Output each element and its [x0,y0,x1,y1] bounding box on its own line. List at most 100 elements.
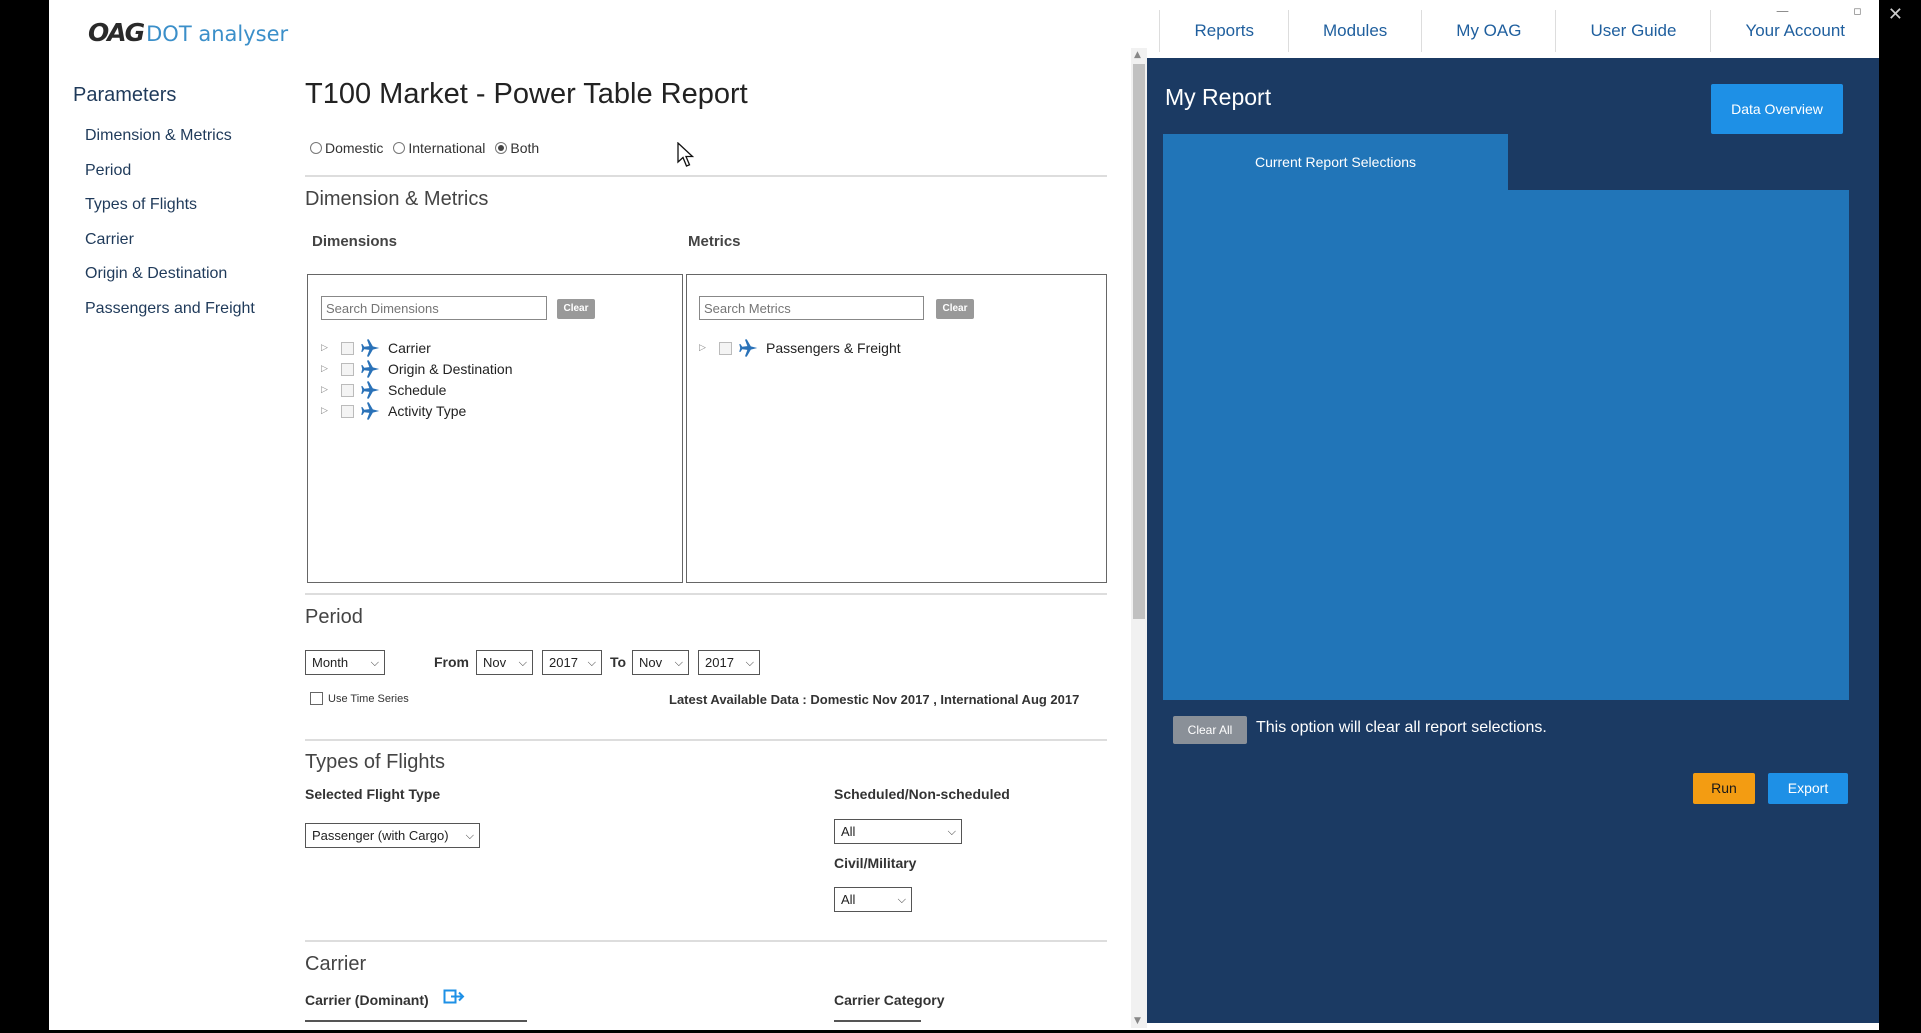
to-month-select[interactable]: Nov ⌵ [632,650,689,675]
radio-both[interactable]: Both [495,140,539,156]
data-overview-button[interactable]: Data Overview [1711,84,1843,134]
nav-user-guide[interactable]: User Guide [1555,10,1710,52]
checkbox-label: Use Time Series [328,692,409,705]
nav-my-oag[interactable]: My OAG [1421,10,1555,52]
divider [305,175,1107,177]
clear-all-button[interactable]: Clear All [1173,716,1247,744]
select-value: All [841,892,856,907]
run-button[interactable]: Run [1693,773,1755,804]
scheduled-select[interactable]: All ⌵ [834,819,962,844]
tree-item[interactable]: ▷ Activity Type [321,401,466,421]
radio-domestic[interactable]: Domestic [310,140,383,156]
civil-military-select[interactable]: All ⌵ [834,887,912,912]
carrier-dominant-field[interactable] [305,1020,527,1022]
form-scrollbar[interactable]: ▲ ▼ [1131,48,1147,1028]
from-month-select[interactable]: Nov ⌵ [476,650,533,675]
top-nav: Reports Modules My OAG User Guide Your A… [1159,10,1879,52]
checkbox[interactable] [341,404,354,418]
dimensions-box: Clear ▷ Carrier ▷ Origin & Destination ▷ Sc… [307,274,683,583]
divider [305,940,1107,942]
tree-item[interactable]: ▷ Carrier [321,338,431,358]
param-dimension-metrics[interactable]: Dimension & Metrics [85,121,255,156]
radio-international-label: International [408,140,486,156]
carrier-category-label: Carrier Category [834,992,945,1008]
select-value: All [841,824,856,839]
carrier-dominant-label: Carrier (Dominant) [305,992,429,1008]
page-title: T100 Market - Power Table Report [305,78,748,110]
expand-icon[interactable]: ▷ [321,385,341,395]
select-value: 2017 [705,655,734,670]
parameters-sidebar: Parameters Dimension & Metrics Period Ty… [73,84,255,328]
checkbox[interactable] [341,362,354,376]
chevron-down-icon: ⌵ [947,825,956,838]
scroll-thumb[interactable] [1133,64,1145,619]
plane-icon [739,339,758,357]
clear-metrics-button[interactable]: Clear [936,299,974,319]
tree-item[interactable]: ▷ Passengers & Freight [699,338,901,358]
radio-domestic-label: Domestic [325,140,384,156]
expand-icon[interactable]: ▷ [321,406,341,416]
radio-both-icon [495,142,508,154]
param-types-of-flights[interactable]: Types of Flights [85,190,255,225]
export-link-icon[interactable] [443,988,465,1006]
chevron-down-icon: ⌵ [674,656,683,669]
radio-international-icon [393,142,406,154]
logo[interactable]: OAG DOT analyser [88,18,288,47]
tree-item[interactable]: ▷ Origin & Destination [321,359,513,379]
scheduled-label: Scheduled/Non-scheduled [834,786,1010,802]
chevron-down-icon: ⌵ [518,656,527,669]
carrier-category-field[interactable] [834,1020,921,1022]
latest-available-data: Latest Available Data : Domestic Nov 201… [669,692,1080,707]
nav-modules[interactable]: Modules [1288,10,1421,52]
to-label: To [610,654,627,670]
radio-international[interactable]: International [393,140,485,156]
logo-brand: OAG [88,18,145,47]
dimensions-label: Dimensions [312,233,398,250]
param-carrier[interactable]: Carrier [85,225,255,260]
plane-icon [361,360,380,378]
tab-current-report-selections[interactable]: Current Report Selections [1163,134,1508,190]
from-year-select[interactable]: 2017 ⌵ [542,650,602,675]
search-dimensions-input[interactable] [321,296,547,320]
param-passengers-freight[interactable]: Passengers and Freight [85,294,255,329]
metrics-label: Metrics [688,233,741,250]
select-value: Passenger (with Cargo) [312,828,449,843]
section-title-period: Period [305,606,363,628]
divider [305,739,1107,741]
tree-item-label: Passengers & Freight [766,340,901,356]
scroll-up-icon[interactable]: ▲ [1134,50,1141,60]
flight-type-select[interactable]: Passenger (with Cargo) ⌵ [305,823,480,848]
param-period[interactable]: Period [85,156,255,191]
checkbox[interactable] [719,341,732,355]
radio-both-label: Both [510,140,540,156]
nav-reports[interactable]: Reports [1159,10,1288,52]
tree-item-label: Origin & Destination [388,361,513,377]
clear-dimensions-button[interactable]: Clear [557,299,595,319]
scroll-down-icon[interactable]: ▼ [1134,1016,1141,1026]
tree-item[interactable]: ▷ Schedule [321,380,446,400]
expand-icon[interactable]: ▷ [699,343,719,353]
chevron-down-icon: ⌵ [745,656,754,669]
parameters-title: Parameters [73,84,177,106]
param-origin-destination[interactable]: Origin & Destination [85,259,255,294]
expand-icon[interactable]: ▷ [321,364,341,374]
to-year-select[interactable]: 2017 ⌵ [698,650,760,675]
logo-product: DOT analyser [146,22,289,46]
checkbox[interactable] [341,383,354,397]
nav-your-account[interactable]: Your Account [1710,10,1879,52]
divider [305,593,1107,595]
search-metrics-input[interactable] [699,296,924,320]
tree-item-label: Schedule [388,382,447,398]
export-button[interactable]: Export [1768,773,1848,804]
chevron-down-icon: ⌵ [587,656,596,669]
close-icon[interactable]: ✕ [1888,4,1903,25]
tree-item-label: Activity Type [388,403,467,419]
checkbox[interactable] [341,341,354,355]
use-time-series-checkbox[interactable]: Use Time Series [310,692,409,705]
checkbox[interactable] [310,692,323,705]
expand-icon[interactable]: ▷ [321,343,341,353]
select-value: Month [312,655,349,670]
period-granularity-select[interactable]: Month ⌵ [305,650,385,675]
select-value: Nov [483,655,507,670]
plane-icon [361,402,380,420]
